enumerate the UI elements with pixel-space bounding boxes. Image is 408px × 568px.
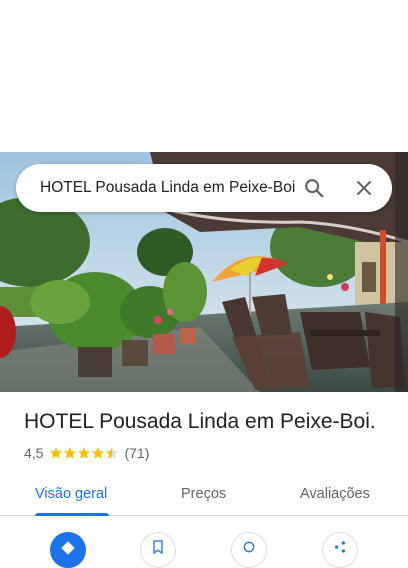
directions-button[interactable] [50, 532, 86, 568]
rating-stars [49, 446, 119, 460]
save-button[interactable] [140, 532, 176, 568]
star-icon [50, 447, 63, 459]
search-icon[interactable] [298, 172, 330, 204]
star-icon [64, 447, 77, 459]
place-title: HOTEL Pousada Linda em Peixe-Boi. [24, 410, 376, 433]
star-icon [92, 447, 105, 459]
rating-row[interactable]: 4,5 (71) [24, 445, 149, 461]
nearby-icon [243, 541, 255, 553]
save-icon [153, 540, 163, 555]
search-bar[interactable]: HOTEL Pousada Linda em Peixe-Boi [16, 164, 392, 212]
action-buttons-row [0, 528, 408, 568]
share-icon [335, 541, 345, 553]
active-tab-indicator [35, 513, 109, 516]
tab-prices[interactable]: Preços [181, 486, 226, 502]
search-input[interactable]: HOTEL Pousada Linda em Peixe-Boi [40, 179, 298, 197]
tab-reviews[interactable]: Avaliações [300, 486, 370, 502]
directions-icon [61, 541, 75, 555]
nearby-button[interactable] [231, 532, 267, 568]
place-info-panel: HOTEL Pousada Linda em Peixe-Boi. 4,5 (7… [0, 392, 408, 568]
close-icon[interactable] [348, 172, 380, 204]
place-tabs: Visão geral Preços Avaliações [0, 478, 408, 516]
share-button[interactable] [322, 532, 358, 568]
top-blank-area [0, 0, 408, 152]
tab-overview[interactable]: Visão geral [35, 486, 107, 502]
rating-value: 4,5 [24, 445, 44, 461]
review-count[interactable]: (71) [124, 445, 149, 461]
star-half-icon [106, 447, 119, 459]
star-icon [78, 447, 91, 459]
